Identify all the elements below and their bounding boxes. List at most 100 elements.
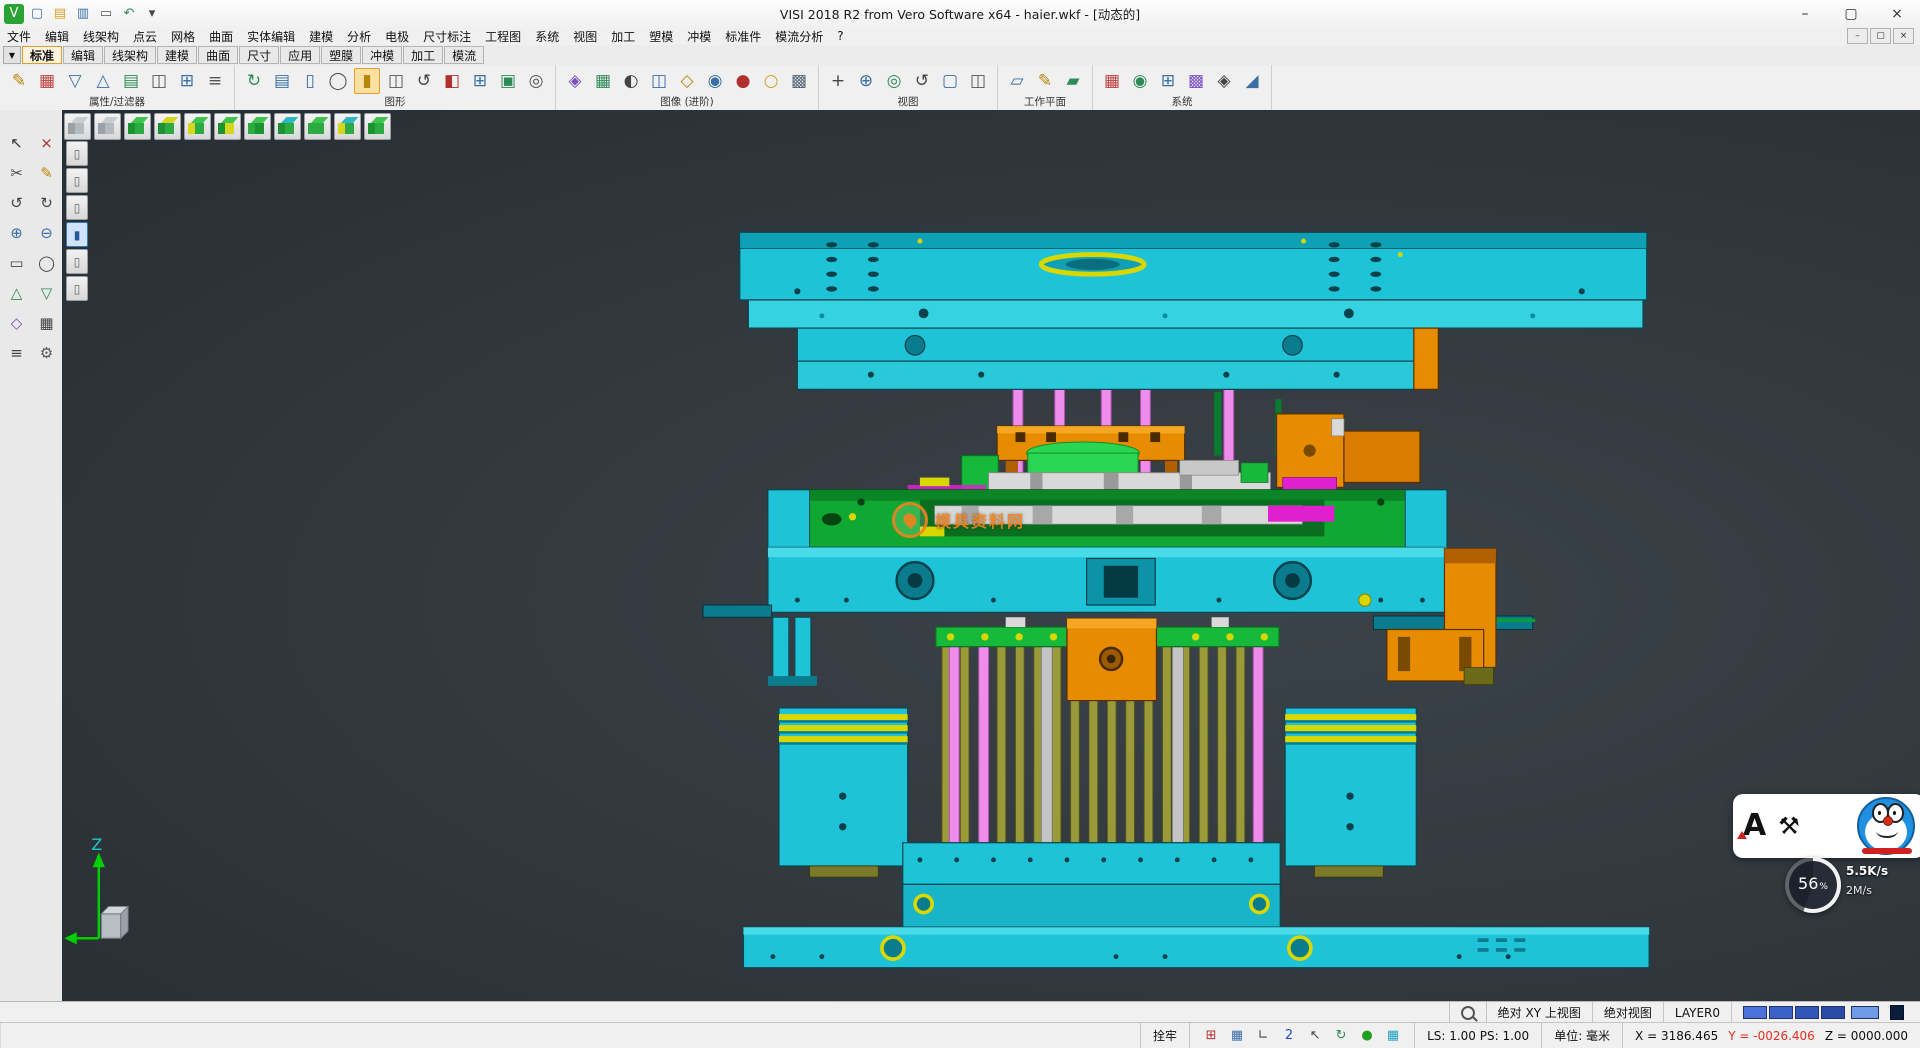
- qat-dropdown-icon[interactable]: ▾: [142, 4, 162, 24]
- refresh-graphics-icon[interactable]: ↻: [242, 69, 266, 93]
- tools-icon[interactable]: ⚒: [1778, 812, 1800, 840]
- texture-icon[interactable]: ▦: [591, 69, 615, 93]
- trim-tool-icon[interactable]: ✂: [4, 160, 29, 185]
- shaded-mode-icon[interactable]: ▮: [354, 68, 380, 94]
- view-reset-icon[interactable]: ◎: [524, 69, 548, 93]
- section-view-icon[interactable]: ◧: [440, 69, 464, 93]
- view-window-icon[interactable]: ▢: [938, 69, 962, 93]
- menu-electrode[interactable]: 电极: [378, 28, 416, 45]
- element-mask-icon[interactable]: ◫: [147, 69, 171, 93]
- tab-surface[interactable]: 曲面: [198, 46, 238, 64]
- view-cube-dimetric-icon[interactable]: [364, 113, 391, 140]
- save-icon[interactable]: ▥: [73, 4, 93, 24]
- menu-surface[interactable]: 曲面: [202, 28, 240, 45]
- menu-mesh[interactable]: 网格: [164, 28, 202, 45]
- settings-tool-icon[interactable]: ⚙: [34, 340, 59, 365]
- view-lock-cell[interactable]: 绝对 XY 上视图: [1486, 1002, 1592, 1023]
- assistant-a-icon[interactable]: A: [1743, 811, 1766, 841]
- minimize-button[interactable]: –: [1782, 0, 1828, 27]
- render-icon[interactable]: ◈: [563, 69, 587, 93]
- mesh-tool-icon[interactable]: ▦: [34, 310, 59, 335]
- refresh-icon[interactable]: ↻: [1332, 1027, 1350, 1045]
- filter-up-icon[interactable]: △: [91, 69, 115, 93]
- view-cube-left-icon[interactable]: [274, 113, 301, 140]
- circle-tool-icon[interactable]: ◯: [34, 250, 59, 275]
- clipboard-slot-icon[interactable]: ▮: [66, 222, 88, 247]
- ambient-icon[interactable]: ◉: [703, 69, 727, 93]
- menu-help[interactable]: ?: [830, 29, 850, 43]
- view-cube-top-icon[interactable]: [154, 113, 181, 140]
- doraemon-avatar[interactable]: [1857, 797, 1915, 855]
- tab-dropdown[interactable]: ▼: [3, 46, 21, 64]
- system-pattern-icon[interactable]: ▩: [1184, 69, 1208, 93]
- shadow-icon[interactable]: ◐: [619, 69, 643, 93]
- fit-view-icon[interactable]: ◎: [882, 69, 906, 93]
- doc-restore-button[interactable]: ▢: [1870, 28, 1891, 44]
- sketch-tool-icon[interactable]: ✎: [34, 160, 59, 185]
- menu-modeling[interactable]: 建模: [302, 28, 340, 45]
- menu-moldflow[interactable]: 模流分析: [768, 28, 830, 45]
- menu-solid-edit[interactable]: 实体编辑: [240, 28, 302, 45]
- view-redo-icon[interactable]: ↻: [34, 190, 59, 215]
- attr-paint-icon[interactable]: ▦: [35, 69, 59, 93]
- clipboard-slot-icon[interactable]: ▯: [66, 168, 88, 193]
- zoom-window-icon[interactable]: ⊞: [468, 69, 492, 93]
- attr-edit-icon[interactable]: ✎: [7, 69, 31, 93]
- doc-minimize-button[interactable]: –: [1847, 28, 1868, 44]
- mirror-tool-icon[interactable]: ▽: [34, 280, 59, 305]
- lock-toggle-cell[interactable]: 拴牢: [1140, 1023, 1189, 1048]
- search-icon[interactable]: [1461, 1006, 1475, 1020]
- cylinder-display-icon[interactable]: ▯: [298, 69, 322, 93]
- clipboard-slot-icon[interactable]: ▯: [66, 195, 88, 220]
- restore-button[interactable]: ▢: [1828, 0, 1874, 27]
- triangle-tool-icon[interactable]: △: [4, 280, 29, 305]
- grid-icon[interactable]: ▦: [1228, 1027, 1246, 1045]
- filter-down-icon[interactable]: ▽: [63, 69, 87, 93]
- view-undo-icon[interactable]: ↺: [4, 190, 29, 215]
- system-globe-icon[interactable]: ◉: [1128, 69, 1152, 93]
- view-mode-cell[interactable]: 绝对视图: [1592, 1002, 1663, 1023]
- zoom-out-tool-icon[interactable]: ⊖: [34, 220, 59, 245]
- viewport-canvas[interactable]: Z: [62, 110, 1920, 1002]
- menu-die[interactable]: 冲模: [680, 28, 718, 45]
- tab-dimension[interactable]: 尺寸: [239, 46, 279, 64]
- undo-icon[interactable]: ↶: [119, 4, 139, 24]
- view-cube-axon-icon[interactable]: [334, 113, 361, 140]
- ortho-icon[interactable]: ∟: [1254, 1027, 1272, 1045]
- workplane-align-icon[interactable]: ▰: [1061, 69, 1085, 93]
- menu-pointcloud[interactable]: 点云: [126, 28, 164, 45]
- wireframe-mode-icon[interactable]: ◯: [326, 69, 350, 93]
- layer2-icon[interactable]: 2: [1280, 1027, 1298, 1045]
- open-file-icon[interactable]: ▤: [50, 4, 70, 24]
- delete-tool-icon[interactable]: ×: [34, 130, 59, 155]
- plot-icon[interactable]: ▭: [96, 4, 116, 24]
- menu-analysis[interactable]: 分析: [340, 28, 378, 45]
- menu-system[interactable]: 系统: [528, 28, 566, 45]
- view-cube-right-icon[interactable]: [214, 113, 241, 140]
- workplane-icon[interactable]: ▱: [1005, 69, 1029, 93]
- close-button[interactable]: ×: [1874, 0, 1920, 27]
- layer-manager-icon[interactable]: ▤: [270, 69, 294, 93]
- hidden-line-icon[interactable]: ◫: [384, 69, 408, 93]
- transparency-icon[interactable]: ◫: [647, 69, 671, 93]
- clipboard-slot-icon[interactable]: ▯: [66, 249, 88, 274]
- perspective-icon[interactable]: ◇: [675, 69, 699, 93]
- tab-moldflow[interactable]: 模流: [444, 46, 484, 64]
- rotate-view-icon[interactable]: ↺: [910, 69, 934, 93]
- tab-modeling[interactable]: 建模: [157, 46, 197, 64]
- workplane-edit-icon[interactable]: ✎: [1033, 69, 1057, 93]
- menu-wireframe[interactable]: 线架构: [76, 28, 126, 45]
- system-table-icon[interactable]: ⊞: [1156, 69, 1180, 93]
- tab-edit[interactable]: 编辑: [63, 46, 103, 64]
- menu-edit[interactable]: 编辑: [38, 28, 76, 45]
- attr-list-icon[interactable]: ≡: [203, 69, 227, 93]
- battery-percent-badge[interactable]: 56%: [1785, 857, 1841, 913]
- layer-filter-icon[interactable]: ▤: [119, 69, 143, 93]
- view-cube-iso-icon[interactable]: [124, 113, 151, 140]
- tab-machining[interactable]: 加工: [403, 46, 443, 64]
- material-icon[interactable]: ●: [731, 69, 755, 93]
- tab-die[interactable]: 冲模: [362, 46, 402, 64]
- system-slope-icon[interactable]: ◢: [1240, 69, 1264, 93]
- pan-view-icon[interactable]: +: [826, 69, 850, 93]
- tab-mold[interactable]: 塑膜: [321, 46, 361, 64]
